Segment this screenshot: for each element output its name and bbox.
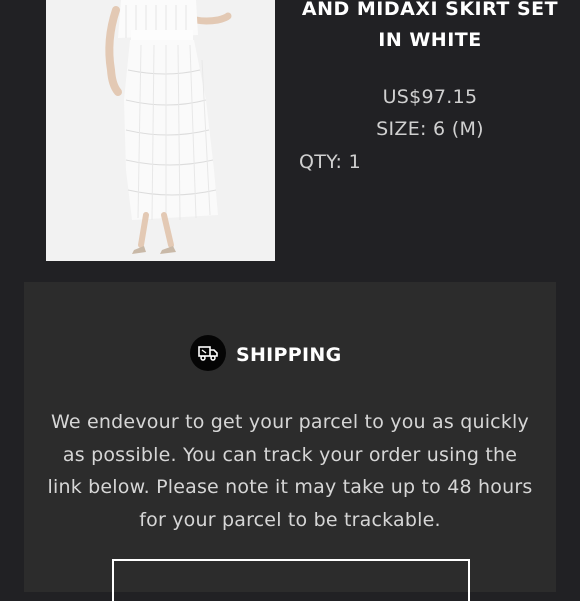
shipping-description: We endevour to get your parcel to you as… xyxy=(47,411,533,531)
shipping-panel: SHIPPING We endevour to get your parcel … xyxy=(24,282,556,601)
product-photo-illustration xyxy=(46,0,275,261)
shipping-heading: SHIPPING xyxy=(236,344,342,366)
product-size: SIZE: 6 (M) xyxy=(376,118,484,140)
product-quantity: QTY: 1 xyxy=(299,151,361,173)
product-title: AND MIDAXI SKIRT SET IN WHITE xyxy=(282,0,578,56)
product-title-line-2: IN WHITE xyxy=(378,29,482,51)
product-image[interactable] xyxy=(46,0,275,261)
product-price: US$97.15 xyxy=(382,86,478,108)
product-title-line-1: AND MIDAXI SKIRT SET xyxy=(301,0,559,20)
delivery-truck-icon-graphic xyxy=(198,346,218,361)
delivery-truck-icon xyxy=(190,335,226,371)
track-order-button[interactable] xyxy=(112,559,470,601)
